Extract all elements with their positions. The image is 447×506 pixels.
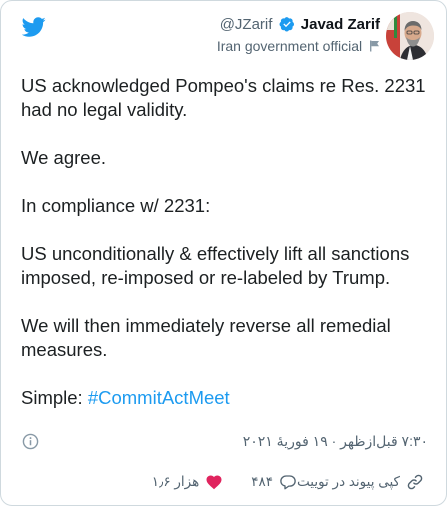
tweet-paragraph: In compliance w/ 2231: bbox=[21, 195, 211, 216]
heart-icon bbox=[206, 475, 222, 490]
tweet-paragraph: US unconditionally & effectively lift al… bbox=[21, 243, 410, 288]
tweet-paragraph: We agree. bbox=[21, 147, 107, 168]
link-icon bbox=[407, 474, 423, 490]
tweet-paragraph: We will then immediately reverse all rem… bbox=[21, 315, 391, 360]
tweet-timestamp[interactable]: ۷:۳۰ قبل‌ازظهر · ۱۹ فوریهٔ ۲۰۲۱ bbox=[243, 431, 428, 451]
tweet-paragraph: US acknowledged Pompeo's claims re Res. … bbox=[21, 75, 426, 120]
author-block[interactable]: @JZarif Javad Zarif Iran government offi… bbox=[217, 15, 380, 56]
author-handle[interactable]: @JZarif bbox=[220, 16, 273, 33]
government-label[interactable]: Iran government official bbox=[217, 38, 362, 54]
tweet-closing-line: Simple: #CommitActMeet bbox=[21, 386, 431, 410]
closing-prefix: Simple: bbox=[21, 387, 88, 408]
twitter-bird-icon[interactable] bbox=[22, 15, 46, 39]
action-bar: ۱٫۶ هزار ۴۸۴ کپی پیوند در توییت bbox=[116, 473, 424, 491]
info-icon[interactable] bbox=[22, 433, 39, 450]
hashtag-link[interactable]: #CommitActMeet bbox=[88, 387, 230, 408]
reply-button[interactable]: ۴۸۴ bbox=[251, 473, 297, 491]
verified-badge-icon bbox=[279, 17, 294, 32]
author-display-name[interactable]: Javad Zarif bbox=[301, 16, 380, 33]
like-button[interactable]: ۱٫۶ هزار bbox=[152, 473, 224, 491]
reply-icon bbox=[280, 475, 296, 490]
tweet-card[interactable]: @JZarif Javad Zarif Iran government offi… bbox=[0, 0, 447, 506]
reply-count: ۴۸۴ bbox=[251, 474, 273, 489]
government-flag-icon bbox=[370, 40, 379, 52]
like-count: ۱٫۶ هزار bbox=[151, 474, 200, 489]
copy-link-label: کپی پیوند در توییت bbox=[296, 474, 400, 489]
tweet-text: US acknowledged Pompeo's claims re Res. … bbox=[21, 74, 431, 410]
copy-link-button[interactable]: کپی پیوند در توییت bbox=[297, 473, 424, 491]
avatar[interactable] bbox=[386, 12, 434, 60]
